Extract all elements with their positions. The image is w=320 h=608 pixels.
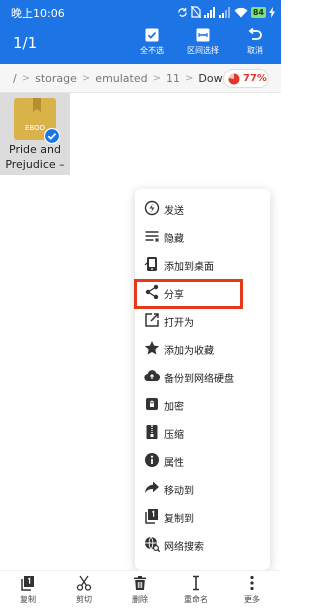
menu-item-compress[interactable]: 压缩 — [135, 418, 270, 446]
breadcrumb-path: / > storage > emulated > 11 > Download — [13, 72, 253, 85]
share-highlight-box — [134, 279, 243, 309]
cancel-label: 取消 — [247, 46, 263, 55]
checkbox-icon — [145, 28, 159, 42]
storage-pie-icon — [228, 72, 240, 84]
file-name: Pride and Prejudice – — [5, 143, 65, 171]
menu-item-label: 添加到桌面 — [164, 262, 214, 273]
menu-item-copy-to[interactable]: 复制到 — [135, 502, 270, 530]
status-icons: 84 — [177, 5, 275, 19]
menu-item-label: 打开为 — [164, 318, 194, 329]
rename-label: 重命名 — [184, 595, 208, 604]
bottom-action-bar: 复制 剪切 删除 重命名 更多 — [0, 570, 281, 608]
rename-button[interactable]: 重命名 — [168, 575, 224, 605]
menu-item-cloud-backup[interactable]: 备份到网络硬盘 — [135, 362, 270, 390]
cut-button[interactable]: 剪切 — [56, 575, 112, 605]
menu-item-label: 备份到网络硬盘 — [164, 374, 234, 385]
copy-label: 复制 — [20, 595, 36, 604]
status-bar: 晚上10:06 84 — [0, 0, 281, 24]
range-select-button[interactable]: 区间选择 — [173, 28, 233, 56]
menu-item-label: 隐藏 — [164, 234, 184, 245]
menu-item-open-as[interactable]: 打开为 — [135, 306, 270, 334]
star-icon — [144, 341, 160, 355]
breadcrumb-item-storage[interactable]: storage — [35, 72, 77, 85]
wifi-icon — [234, 7, 248, 17]
menu-item-label: 属性 — [164, 458, 184, 469]
breadcrumb-item-emulated[interactable]: emulated — [95, 72, 147, 85]
breadcrumb-item-11[interactable]: 11 — [166, 72, 180, 85]
compress-icon — [146, 425, 158, 439]
chevron-right-icon: > — [185, 73, 194, 84]
file-item[interactable]: EBOO Pride and Prejudice – — [0, 93, 70, 175]
ebook-label: EBOO — [25, 124, 46, 132]
chevron-right-icon: > — [21, 73, 31, 84]
more-icon — [250, 575, 254, 591]
add-to-desktop-icon — [144, 257, 157, 271]
menu-item-encrypt[interactable]: 加密 — [135, 390, 270, 418]
charging-icon — [269, 6, 275, 18]
storage-usage-value: 77% — [243, 73, 267, 84]
menu-item-label: 发送 — [164, 206, 184, 217]
undo-icon — [248, 28, 262, 40]
selection-toolbar: 1/1 全不选 区间选择 取消 — [0, 24, 281, 64]
selection-count: 1/1 — [13, 34, 38, 52]
menu-item-label: 压缩 — [164, 430, 184, 441]
menu-item-label: 添加为收藏 — [164, 346, 214, 357]
menu-item-label: 加密 — [164, 402, 184, 413]
menu-item-add-favorite[interactable]: 添加为收藏 — [135, 334, 270, 362]
menu-item-move-to[interactable]: 移动到 — [135, 474, 270, 502]
menu-item-properties[interactable]: 属性 — [135, 446, 270, 474]
hide-icon — [145, 231, 159, 242]
web-search-icon — [145, 536, 160, 552]
more-label: 更多 — [244, 595, 260, 604]
menu-item-hide[interactable]: 隐藏 — [135, 222, 270, 250]
scissors-icon — [76, 575, 92, 591]
signal-icon — [203, 6, 215, 18]
battery-icon: 84 — [250, 6, 266, 18]
chevron-right-icon: > — [152, 73, 162, 84]
more-button[interactable]: 更多 — [224, 575, 280, 605]
range-select-icon — [196, 28, 210, 42]
cloud-upload-icon — [144, 370, 160, 382]
menu-item-label: 网络搜索 — [164, 542, 204, 553]
cancel-button[interactable]: 取消 — [225, 28, 285, 56]
status-time: 晚上10:06 — [11, 7, 65, 20]
sync-icon — [178, 7, 187, 17]
copy-to-icon — [145, 509, 158, 524]
move-icon — [145, 481, 159, 493]
signal-icon — [218, 6, 230, 18]
range-select-label: 区间选择 — [187, 46, 219, 55]
menu-item-label: 移动到 — [164, 486, 194, 497]
chevron-right-icon: > — [81, 73, 91, 84]
info-icon — [145, 453, 159, 467]
rename-icon — [193, 575, 199, 591]
open-as-icon — [145, 313, 159, 327]
sim-off-icon — [190, 6, 201, 18]
cut-label: 剪切 — [76, 595, 92, 604]
send-icon — [144, 200, 160, 216]
breadcrumb-root[interactable]: / — [13, 72, 17, 85]
lock-icon — [146, 398, 158, 410]
copy-button[interactable]: 复制 — [0, 575, 56, 605]
menu-item-label: 复制到 — [164, 514, 194, 525]
menu-item-send[interactable]: 发送 — [135, 194, 270, 222]
delete-button[interactable]: 删除 — [112, 575, 168, 605]
copy-icon — [21, 576, 34, 591]
context-menu: 发送 隐藏 添加到桌面 分享 打开为 添加为收藏 备份到网络硬盘 加密 压缩 属… — [135, 189, 270, 570]
delete-label: 删除 — [132, 595, 148, 604]
menu-item-add-to-desktop[interactable]: 添加到桌面 — [135, 250, 270, 278]
trash-icon — [134, 576, 146, 590]
menu-item-web-search[interactable]: 网络搜索 — [135, 530, 270, 558]
storage-usage-badge[interactable]: 77% — [223, 69, 269, 88]
breadcrumb: / > storage > emulated > 11 > Download 7… — [0, 64, 281, 93]
